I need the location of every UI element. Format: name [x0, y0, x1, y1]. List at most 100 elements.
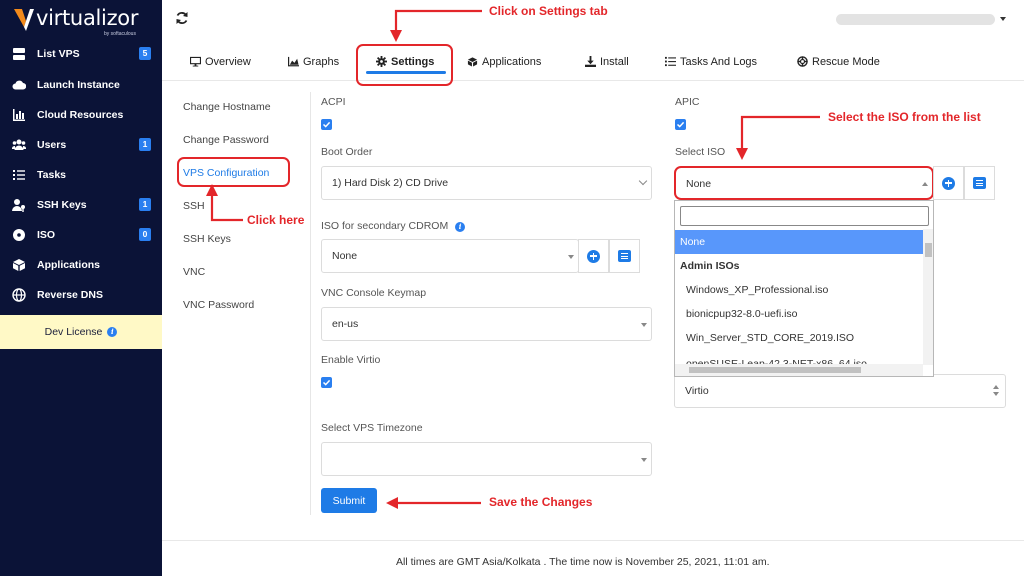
boot-order-value: 1) Hard Disk 2) CD Drive — [332, 177, 449, 189]
info-icon[interactable]: i — [455, 222, 466, 232]
sidebar-item-launch-instance[interactable]: Launch Instance — [0, 70, 162, 100]
caret-down-icon — [993, 392, 999, 396]
list-item[interactable]: None — [675, 230, 923, 254]
horizontal-scrollbar[interactable] — [675, 364, 923, 376]
nic-type-select[interactable]: Virtio — [674, 374, 1006, 408]
vertical-scrollbar[interactable] — [923, 229, 933, 365]
scrollbar-thumb[interactable] — [925, 243, 932, 257]
sidebar-item-tasks[interactable]: Tasks — [0, 160, 162, 190]
tab-rescue-mode[interactable]: Rescue Mode — [797, 53, 880, 70]
sidebar: virtualizor by softaculous List VPS 5 La… — [0, 0, 162, 576]
tab-label: Overview — [205, 55, 251, 68]
virtio-checkbox[interactable] — [321, 377, 332, 388]
bar-chart-icon — [11, 107, 27, 123]
iso-secondary-label-text: ISO for secondary CDROM — [321, 220, 449, 232]
sidebar-item-applications[interactable]: Applications — [0, 250, 162, 280]
tab-label: Tasks And Logs — [680, 55, 758, 68]
caret-down-icon — [641, 323, 647, 327]
user-key-icon — [11, 197, 27, 213]
tab-graphs[interactable]: Graphs — [288, 53, 339, 70]
globe-icon — [11, 287, 27, 303]
list-icon — [973, 177, 986, 189]
monitor-icon — [190, 56, 201, 67]
virtualizor-logo-icon — [14, 9, 34, 31]
tab-label: Install — [600, 55, 629, 68]
nic-type-value: Virtio — [685, 385, 709, 397]
footer-divider — [162, 540, 1024, 541]
sidebar-item-label: Tasks — [37, 169, 66, 181]
vnc-keymap-value: en-us — [332, 318, 359, 330]
sidebar-item-cloud-resources[interactable]: Cloud Resources — [0, 100, 162, 130]
tab-tasks-and-logs[interactable]: Tasks And Logs — [665, 53, 757, 70]
menu-vnc-password[interactable]: VNC Password — [183, 299, 254, 311]
menu-vnc[interactable]: VNC — [183, 266, 205, 278]
life-ring-icon — [797, 56, 808, 67]
list-iso-button[interactable] — [609, 239, 640, 273]
caret-up-icon — [993, 385, 999, 389]
check-icon — [676, 121, 685, 128]
menu-divider — [310, 92, 311, 515]
iso-search-input[interactable] — [680, 206, 929, 226]
users-icon — [11, 137, 27, 153]
info-icon[interactable]: i — [107, 327, 118, 337]
select-iso-dropdown[interactable]: None — [674, 166, 934, 200]
area-chart-icon — [288, 56, 299, 67]
add-iso-button[interactable] — [933, 166, 964, 200]
submit-button[interactable]: Submit — [321, 488, 377, 513]
dev-license-banner[interactable]: Dev License i — [0, 315, 162, 349]
chevron-down-icon — [638, 176, 648, 186]
brand-logo[interactable]: virtualizor by softaculous — [14, 6, 154, 37]
menu-change-password[interactable]: Change Password — [183, 134, 269, 146]
tab-label: Applications — [482, 55, 542, 68]
list-item[interactable]: Win_Server_STD_CORE_2019.ISO — [675, 326, 923, 350]
count-badge: 1 — [139, 138, 151, 151]
iso-secondary-select[interactable]: None — [321, 239, 579, 273]
dev-license-label: Dev License — [44, 326, 103, 338]
boot-order-select[interactable]: 1) Hard Disk 2) CD Drive — [321, 166, 652, 200]
tab-applications[interactable]: Applications — [467, 53, 541, 70]
sidebar-item-reverse-dns[interactable]: Reverse DNS — [0, 280, 162, 310]
menu-ssh[interactable]: SSH — [183, 200, 205, 212]
annotation-click-here: Click here — [247, 213, 305, 227]
count-badge: 1 — [139, 198, 151, 211]
user-menu[interactable] — [836, 14, 995, 25]
package-icon — [467, 57, 478, 67]
plus-circle-icon — [942, 176, 955, 190]
menu-ssh-keys[interactable]: SSH Keys — [183, 233, 231, 245]
list-check-icon — [665, 56, 676, 67]
box-icon — [11, 257, 27, 273]
iso-secondary-label: ISO for secondary CDROM i — [321, 220, 466, 232]
vnc-keymap-select[interactable]: en-us — [321, 307, 652, 341]
scrollbar-thumb[interactable] — [689, 367, 861, 373]
sidebar-item-ssh-keys[interactable]: SSH Keys 1 — [0, 190, 162, 220]
sidebar-item-users[interactable]: Users 1 — [0, 130, 162, 160]
tab-install[interactable]: Install — [585, 53, 629, 70]
acpi-checkbox[interactable] — [321, 119, 332, 130]
add-iso-button[interactable] — [578, 239, 609, 273]
list-item[interactable]: bionicpup32-8.0-uefi.iso — [675, 302, 923, 326]
sidebar-item-list-vps[interactable]: List VPS 5 — [0, 39, 162, 69]
iso-options-list[interactable]: None Admin ISOs Windows_XP_Professional.… — [674, 200, 934, 377]
vnc-keymap-label: VNC Console Keymap — [321, 287, 427, 299]
list-iso-button[interactable] — [964, 166, 995, 200]
menu-change-hostname[interactable]: Change Hostname — [183, 101, 271, 113]
apic-checkbox[interactable] — [675, 119, 686, 130]
plus-circle-icon — [587, 249, 600, 263]
refresh-icon[interactable] — [175, 11, 189, 25]
tabs-divider — [162, 80, 1024, 81]
user-menu-caret-icon[interactable] — [1000, 17, 1006, 21]
annotation-select-iso: Select the ISO from the list — [828, 110, 981, 124]
timezone-label: Select VPS Timezone — [321, 422, 423, 434]
brand-sub: by softaculous — [104, 31, 136, 37]
timezone-select[interactable] — [321, 442, 652, 476]
sidebar-item-iso[interactable]: ISO 0 — [0, 220, 162, 250]
iso-secondary-value: None — [332, 250, 358, 262]
tab-overview[interactable]: Overview — [190, 53, 251, 70]
count-badge: 5 — [139, 47, 151, 60]
list-item[interactable]: Windows_XP_Professional.iso — [675, 278, 923, 302]
count-badge: 0 — [139, 228, 151, 241]
acpi-label: ACPI — [321, 96, 346, 108]
download-icon — [585, 56, 596, 67]
annotation-settings-tab: Click on Settings tab — [489, 4, 608, 18]
list-icon — [618, 250, 631, 262]
